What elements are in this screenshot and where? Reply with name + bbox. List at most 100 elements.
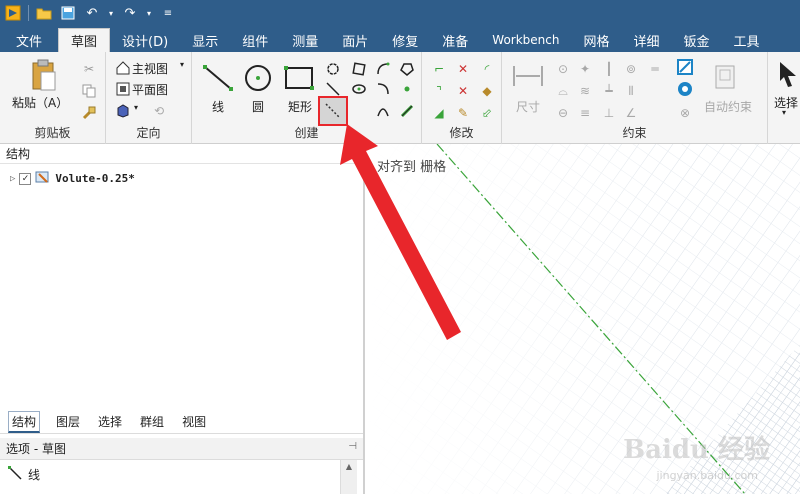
option-line-row[interactable]: 线 [8, 466, 40, 483]
app-logo-icon[interactable] [4, 4, 22, 22]
sketch-canvas[interactable]: 对齐到 栅格 Baidu 经验 jingyan.baidu.com [365, 144, 800, 494]
ellipse-tool-icon[interactable] [324, 60, 342, 78]
tab-prepare[interactable]: 准备 [430, 28, 480, 52]
tab-file[interactable]: 文件 [0, 28, 58, 52]
home-icon[interactable] [114, 59, 132, 77]
pin-icon[interactable]: ⊣ [348, 147, 357, 158]
tab-selection[interactable]: 选择 [96, 411, 124, 432]
options-scrollbar[interactable]: ▲ [340, 460, 357, 494]
redo-dropdown-icon[interactable]: ▾ [145, 4, 153, 22]
rectangle-tool-icon[interactable] [284, 66, 314, 93]
select-cursor-icon[interactable] [778, 60, 798, 91]
show-constraints-icon[interactable] [676, 58, 694, 76]
ribbon-tabs: 文件 草图 设计(D) 显示 组件 测量 面片 修复 准备 Workbench … [0, 26, 800, 52]
tab-display[interactable]: 显示 [180, 28, 230, 52]
scroll-up-icon[interactable]: ▲ [341, 462, 357, 471]
orient-group-label: 定向 [136, 126, 161, 140]
watermark: Baidu 经验 [623, 435, 770, 465]
scale-icon[interactable]: ⬃ [478, 104, 496, 122]
tab-facets[interactable]: 面片 [330, 28, 380, 52]
angle-icon: ∠ [625, 106, 637, 120]
point-tool-icon[interactable] [398, 80, 416, 98]
tree-item[interactable]: ▷ ✓ Volute-0.25* [10, 170, 135, 187]
tab-sketch[interactable]: 草图 [58, 28, 111, 52]
paste-button-label[interactable]: 粘贴（A） [12, 94, 68, 111]
construction-line-icon[interactable] [318, 96, 348, 126]
select-dropdown-icon[interactable]: ▾ [782, 108, 786, 117]
main-view-dropdown-icon[interactable]: ▾ [180, 60, 184, 69]
tab-workbench[interactable]: Workbench [480, 28, 571, 52]
redo-icon[interactable]: ↷ [121, 4, 139, 22]
horizontal-icon: ┷ [605, 84, 613, 98]
polygon-tool-icon[interactable] [350, 60, 368, 78]
ribbon-body: 粘贴（A） ✂ 剪贴板 主视图 ▾ 平面图 ▾ ⟲ 定向 线 圆 矩形 创建 ⌐… [0, 52, 800, 144]
modify-group-label: 修改 [449, 126, 474, 140]
line-tool-icon[interactable] [202, 64, 234, 95]
copy-icon[interactable] [80, 82, 98, 100]
tab-repair[interactable]: 修复 [380, 28, 430, 52]
customize-icon[interactable]: ≡ [159, 4, 177, 22]
line-tool-label[interactable]: 线 [212, 98, 224, 115]
project-icon[interactable]: ◆ [478, 82, 496, 100]
plan-view-icon[interactable] [114, 80, 132, 98]
tab-sheet-metal[interactable]: 钣金 [672, 28, 722, 52]
bend-icon[interactable]: ✎ [454, 104, 472, 122]
undo-dropdown-icon[interactable]: ▾ [107, 4, 115, 22]
tab-mesh[interactable]: 网格 [571, 28, 621, 52]
face-curve-icon[interactable] [398, 102, 416, 120]
options-panel-header: 选项 - 草图 ⊣ [0, 438, 363, 460]
structure-panel-header: 结构 ⊣ [0, 144, 363, 164]
main-view-button[interactable]: 主视图 [132, 60, 168, 77]
parallel-icon: ≋ [579, 84, 591, 98]
eye-icon[interactable] [676, 80, 694, 98]
tab-tools[interactable]: 工具 [722, 28, 772, 52]
spline-tool-icon[interactable] [398, 60, 416, 78]
auto-constraint-label: 自动约束 [704, 100, 753, 114]
split-icon[interactable]: ✕ [454, 60, 472, 78]
paste-icon[interactable] [30, 58, 58, 95]
tab-detail[interactable]: 详细 [622, 28, 672, 52]
corner-icon[interactable]: ⌝ [430, 82, 448, 100]
collinear-icon: ≡ [579, 106, 591, 120]
undo-icon[interactable]: ↶ [83, 4, 101, 22]
format-painter-icon[interactable] [80, 104, 98, 122]
visibility-checkbox[interactable]: ✓ [19, 172, 32, 185]
tab-layers[interactable]: 图层 [54, 411, 82, 432]
arc-tool-icon[interactable] [374, 60, 392, 78]
circle-tool-label[interactable]: 圆 [252, 98, 264, 115]
separator [28, 5, 29, 21]
plan-view-button[interactable]: 平面图 [132, 81, 168, 98]
spin-view-icon[interactable]: ⟲ [150, 102, 168, 120]
snap-to-grid-label: 对齐到 栅格 [377, 160, 447, 175]
cube-view-icon[interactable] [114, 102, 132, 120]
group-clipboard: 粘贴（A） ✂ 剪贴板 [0, 52, 106, 144]
offset-curve-icon[interactable]: ◜ [478, 60, 496, 78]
three-point-arc-icon[interactable] [374, 102, 392, 120]
options-pin-icon[interactable]: ⊣ [348, 441, 357, 452]
equal-icon: ═ [651, 62, 659, 76]
circle-tool-icon[interactable] [244, 64, 272, 95]
dimension-icon [512, 64, 544, 91]
cube-view-dropdown-icon[interactable]: ▾ [134, 103, 138, 112]
mirror-icon[interactable]: ◢ [430, 104, 448, 122]
structure-panel-title: 结构 [6, 147, 31, 161]
tab-measure[interactable]: 测量 [280, 28, 330, 52]
open-folder-icon[interactable] [35, 4, 53, 22]
group-constraint: 尺寸 ⊙ ✦ ┃ ⊚ ═ ⌓ ≋ ┷ ⫴ ⊖ ≡ ⊥ ∠ ⊗ 自动约束 约束 [502, 52, 768, 144]
trim-icon[interactable]: ⌐ [430, 60, 448, 78]
extend-icon[interactable]: ✕ [454, 82, 472, 100]
rectangle-tool-label[interactable]: 矩形 [288, 98, 312, 115]
tab-groups[interactable]: 群组 [138, 411, 166, 432]
concentric-icon: ⊚ [625, 62, 637, 76]
create-group-label: 创建 [294, 126, 319, 140]
sweep-arc-icon[interactable] [374, 80, 392, 98]
expand-arrow-icon[interactable]: ▷ [10, 174, 15, 184]
tab-design[interactable]: 设计(D) [110, 28, 180, 52]
dimension-button-label: 尺寸 [516, 100, 541, 114]
tab-assembly[interactable]: 组件 [230, 28, 280, 52]
cut-icon[interactable]: ✂ [80, 60, 98, 78]
tab-views[interactable]: 视图 [180, 411, 208, 432]
tab-structure[interactable]: 结构 [8, 410, 41, 433]
save-icon[interactable] [59, 4, 77, 22]
slot-tool-icon[interactable] [350, 80, 368, 98]
